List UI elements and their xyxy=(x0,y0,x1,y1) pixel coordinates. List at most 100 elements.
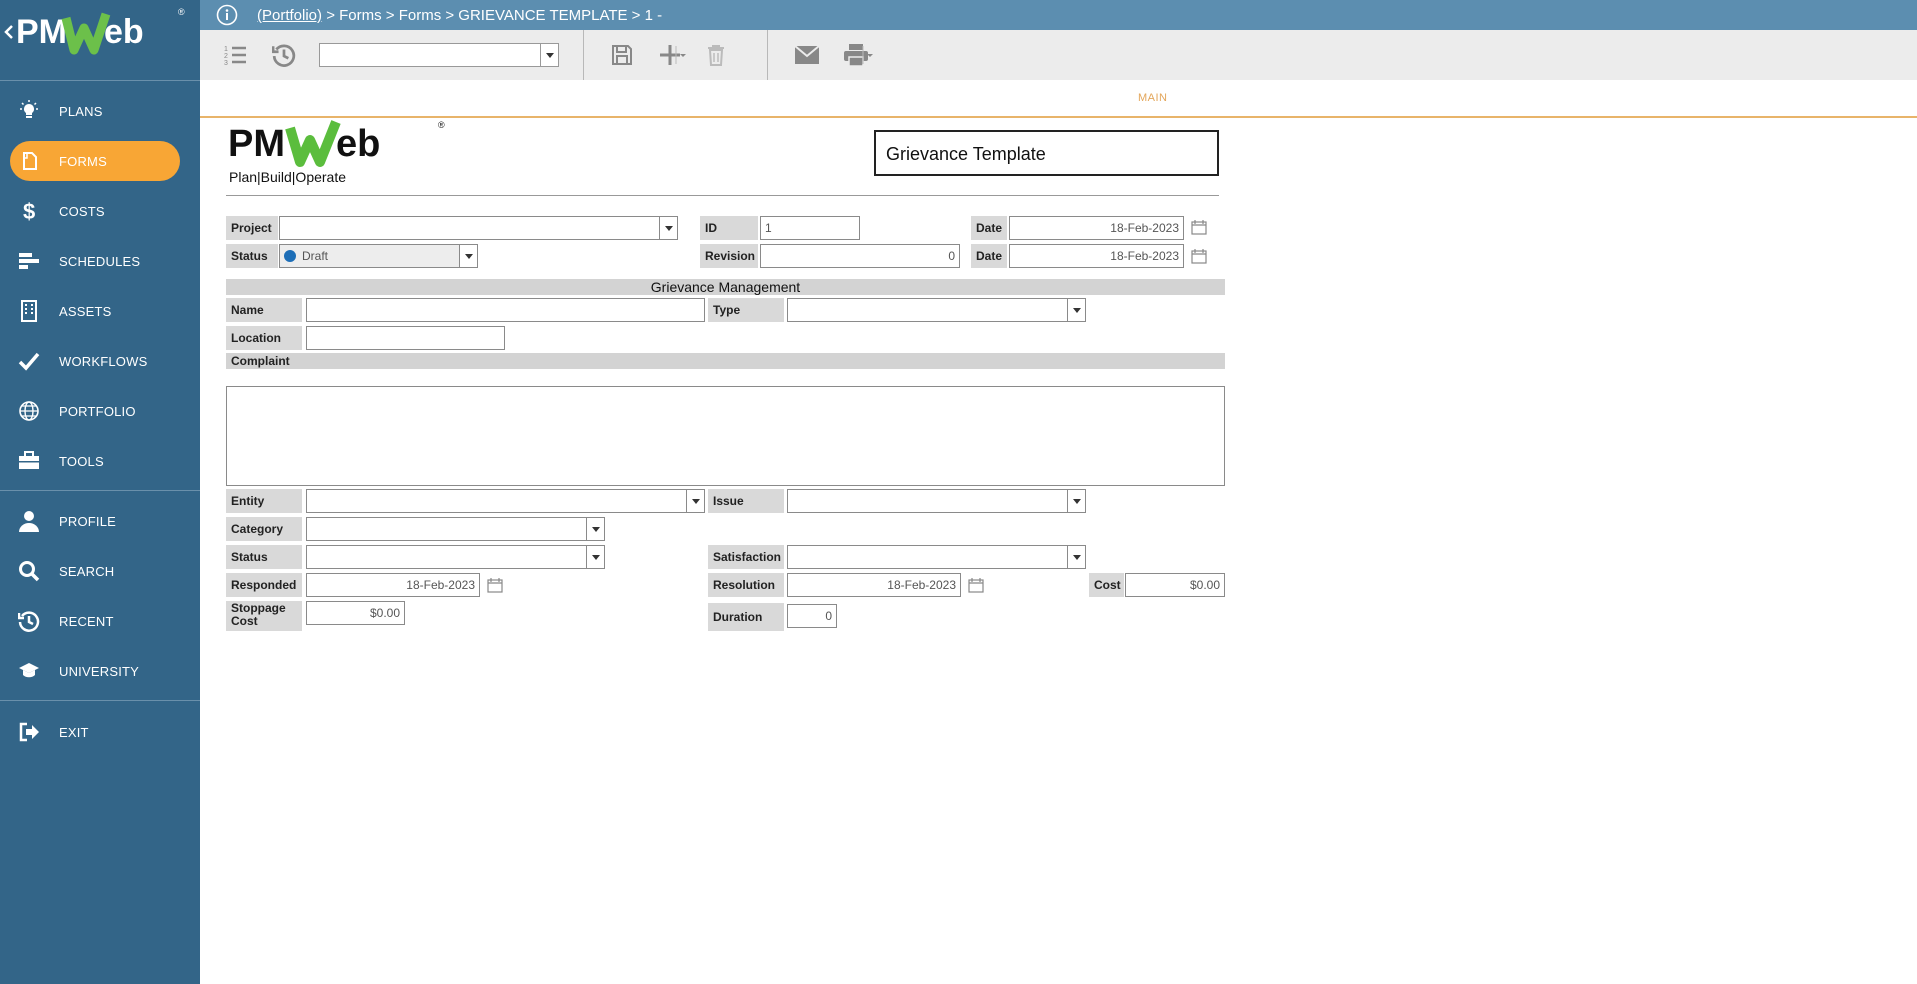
id-field[interactable]: 1 xyxy=(760,216,860,240)
status-select[interactable]: Draft xyxy=(279,244,478,268)
checkmark-icon xyxy=(18,350,40,372)
issue-label: Issue xyxy=(708,489,784,513)
cost-field[interactable]: $0.00 xyxy=(1125,573,1225,597)
chevron-down-icon[interactable] xyxy=(586,518,604,540)
template-title: Grievance Template xyxy=(886,144,1046,164)
complaint-textarea[interactable] xyxy=(226,386,1225,486)
toolbox-icon xyxy=(18,450,40,472)
name-label: Name xyxy=(226,298,302,322)
pmweb-logo[interactable]: PM eb ® xyxy=(0,0,200,80)
calendar-icon[interactable] xyxy=(968,577,984,593)
sidebar-divider xyxy=(0,490,200,491)
sidebar-divider xyxy=(0,80,200,81)
svg-text:1: 1 xyxy=(224,46,228,53)
sidebar-item-label: UNIVERSITY xyxy=(59,664,140,679)
user-icon xyxy=(18,510,40,532)
calendar-icon[interactable] xyxy=(1191,248,1207,264)
category-select[interactable] xyxy=(306,517,605,541)
svg-text:2: 2 xyxy=(224,53,228,60)
toolbar-divider xyxy=(583,30,584,80)
sidebar-item-forms[interactable]: FORMS xyxy=(10,141,180,181)
document-icon xyxy=(18,150,40,172)
pmweb-form-logo: PM eb ® Plan|Build|Operate xyxy=(228,118,452,186)
calendar-icon[interactable] xyxy=(487,577,503,593)
svg-text:eb: eb xyxy=(336,123,380,165)
toolbar: 123 xyxy=(200,30,1917,80)
header-divider xyxy=(226,195,1219,196)
sidebar-divider xyxy=(0,700,200,701)
sidebar-item-assets[interactable]: ASSETS xyxy=(10,291,180,331)
record-select[interactable] xyxy=(319,43,559,67)
tab-main[interactable]: MAIN xyxy=(1138,92,1168,104)
chevron-down-icon[interactable] xyxy=(540,44,558,66)
sidebar-item-university[interactable]: UNIVERSITY xyxy=(10,651,180,691)
chevron-down-icon[interactable] xyxy=(686,490,704,512)
stoppage-cost-field[interactable]: $0.00 xyxy=(306,601,405,625)
chevron-down-icon[interactable] xyxy=(459,245,477,267)
entity-select[interactable] xyxy=(306,489,705,513)
issue-select[interactable] xyxy=(787,489,1086,513)
print-dropdown-icon[interactable] xyxy=(861,41,875,69)
date-field[interactable]: 18-Feb-2023 xyxy=(1009,244,1184,268)
grievance-status-select[interactable] xyxy=(306,545,605,569)
sidebar-item-label: SCHEDULES xyxy=(59,254,141,269)
building-icon xyxy=(18,300,40,322)
chevron-down-icon[interactable] xyxy=(586,546,604,568)
sidebar-item-portfolio[interactable]: PORTFOLIO xyxy=(10,391,180,431)
category-label: Category xyxy=(226,517,302,541)
exit-icon xyxy=(18,721,40,743)
sidebar-item-search[interactable]: SEARCH xyxy=(10,551,180,591)
date-label: Date xyxy=(971,244,1007,268)
sidebar-item-plans[interactable]: PLANS xyxy=(10,91,180,131)
sidebar-item-exit[interactable]: EXIT xyxy=(10,712,180,752)
location-field[interactable] xyxy=(306,326,505,350)
sidebar-item-recent[interactable]: RECENT xyxy=(10,601,180,641)
resolution-date-field[interactable]: 18-Feb-2023 xyxy=(787,573,961,597)
breadcrumb-portfolio-link[interactable]: (Portfolio) xyxy=(257,7,322,24)
chevron-down-icon[interactable] xyxy=(659,217,677,239)
dollar-icon: $ xyxy=(18,200,40,222)
responded-date-field[interactable]: 18-Feb-2023 xyxy=(306,573,480,597)
add-dropdown-icon[interactable] xyxy=(674,41,688,69)
logo-tagline: Plan|Build|Operate xyxy=(229,169,347,185)
sidebar-item-schedules[interactable]: SCHEDULES xyxy=(10,241,180,281)
list-icon[interactable]: 123 xyxy=(222,41,250,69)
cost-label: Cost xyxy=(1089,573,1124,597)
name-field[interactable] xyxy=(306,298,705,322)
sidebar-item-tools[interactable]: TOOLS xyxy=(10,441,180,481)
calendar-icon[interactable] xyxy=(1191,219,1207,235)
tab-bar: MAIN xyxy=(200,80,1917,118)
sidebar-item-label: PLANS xyxy=(59,104,103,119)
svg-text:PM: PM xyxy=(228,123,285,165)
delete-icon[interactable] xyxy=(702,41,730,69)
sidebar-item-profile[interactable]: PROFILE xyxy=(10,501,180,541)
save-icon[interactable] xyxy=(608,41,636,69)
history-icon[interactable] xyxy=(270,41,298,69)
sidebar-item-workflows[interactable]: WORKFLOWS xyxy=(10,341,180,381)
satisfaction-select[interactable] xyxy=(787,545,1086,569)
type-select[interactable] xyxy=(787,298,1086,322)
chevron-down-icon[interactable] xyxy=(1067,299,1085,321)
duration-field[interactable]: 0 xyxy=(787,604,837,628)
sidebar-item-label: PORTFOLIO xyxy=(59,404,136,419)
location-label: Location xyxy=(226,326,302,350)
svg-text:®: ® xyxy=(178,7,185,17)
revision-label: Revision xyxy=(700,244,758,268)
sidebar-item-label: FORMS xyxy=(59,154,107,169)
status-dot-icon xyxy=(284,249,296,262)
chevron-down-icon[interactable] xyxy=(1067,546,1085,568)
info-icon[interactable] xyxy=(216,4,238,26)
history-icon xyxy=(18,610,40,632)
svg-text:®: ® xyxy=(438,120,445,130)
stoppage-cost-label: Stoppage Cost xyxy=(226,601,302,631)
satisfaction-label: Satisfaction xyxy=(708,545,784,569)
sidebar-item-costs[interactable]: $ COSTS xyxy=(10,191,180,231)
date-field[interactable]: 18-Feb-2023 xyxy=(1009,216,1184,240)
type-label: Type xyxy=(708,298,784,322)
sidebar-item-label: ASSETS xyxy=(59,304,112,319)
project-select[interactable] xyxy=(279,216,678,240)
chevron-down-icon[interactable] xyxy=(1067,490,1085,512)
revision-field[interactable]: 0 xyxy=(760,244,960,268)
top-bar: (Portfolio) > Forms > Forms > GRIEVANCE … xyxy=(200,0,1917,30)
email-icon[interactable] xyxy=(793,41,821,69)
